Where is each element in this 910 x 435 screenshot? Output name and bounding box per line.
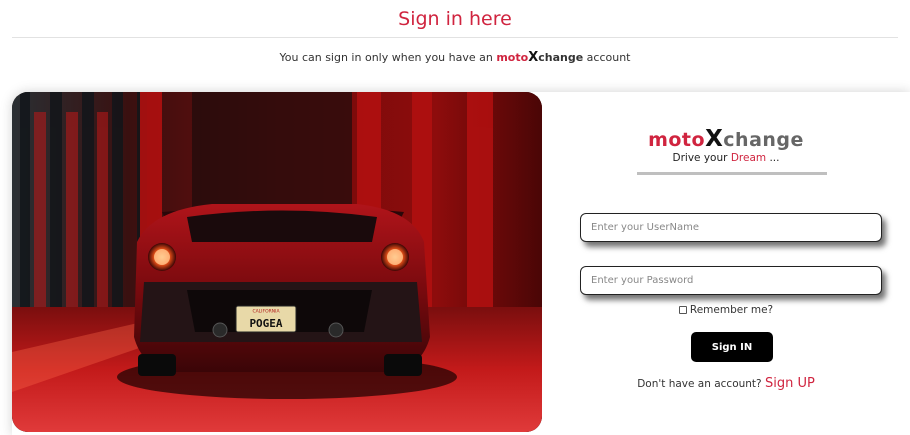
password-input[interactable]: [580, 266, 882, 295]
plate-state: CALIFORNIA: [252, 309, 280, 315]
hero-car-image: CALIFORNIA POGEA: [12, 92, 542, 432]
subtitle-brand-x: X: [528, 50, 539, 65]
tagline-divider: [637, 172, 827, 175]
sign-up-link[interactable]: Sign UP: [765, 376, 815, 391]
logo-moto: moto: [648, 129, 706, 151]
logo-x: X: [705, 126, 724, 152]
brand-logo: motoXchange: [542, 126, 910, 152]
login-panel: motoXchange Drive your Dream ... Remembe…: [542, 92, 910, 435]
remember-me-checkbox[interactable]: [678, 306, 687, 314]
remember-me-label: Remember me?: [689, 304, 774, 316]
tagline-suffix: ...: [769, 152, 780, 164]
page-title: Sign in here: [398, 8, 512, 30]
sign-in-button[interactable]: Sign IN: [691, 332, 773, 362]
subtitle-brand-moto: moto: [496, 51, 529, 64]
signup-prompt: Don't have an account?: [637, 378, 762, 390]
username-input[interactable]: [580, 213, 882, 242]
logo-change: change: [723, 129, 804, 151]
remember-me-row[interactable]: Remember me?: [542, 304, 910, 316]
subtitle-prefix: You can sign in only when you have an: [279, 51, 493, 64]
tagline-prefix: Drive your: [672, 152, 728, 164]
brand-tagline: Drive your Dream ...: [542, 152, 910, 164]
tagline-dream: Dream: [730, 152, 767, 164]
plate-text: POGEA: [249, 317, 282, 330]
subtitle-suffix: account: [586, 51, 631, 64]
title-divider: [12, 37, 898, 38]
signup-row: Don't have an account? Sign UP: [542, 376, 910, 391]
page-subtitle: You can sign in only when you have an mo…: [0, 50, 910, 65]
subtitle-brand-change: change: [538, 51, 584, 64]
